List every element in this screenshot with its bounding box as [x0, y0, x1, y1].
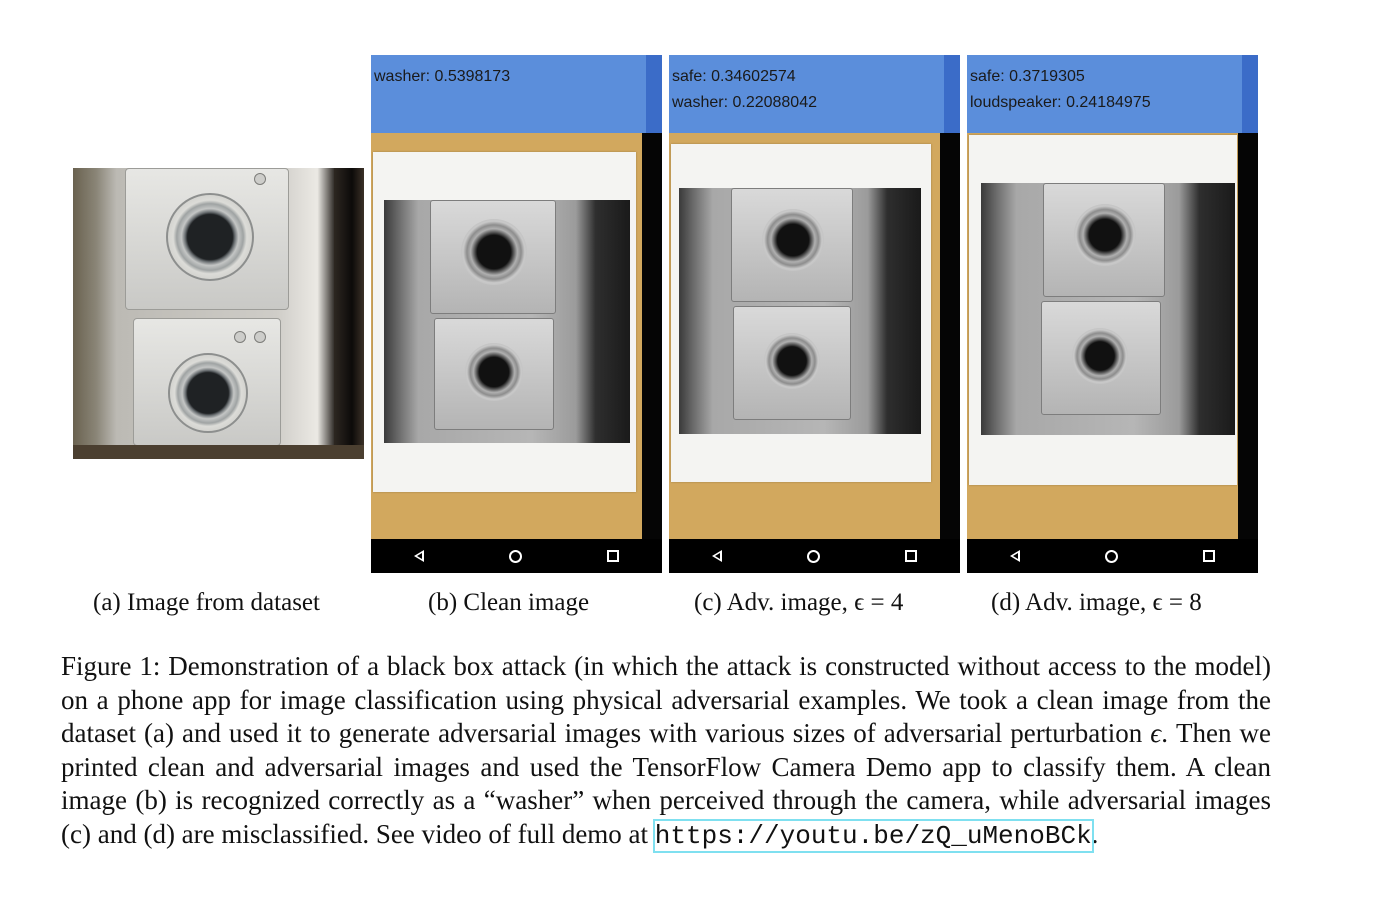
phone-screenshot-adv-eps8: safe: 0.3719305 loudspeaker: 0.24184975	[967, 55, 1258, 573]
figure-caption: Figure 1: Demonstration of a black box a…	[61, 650, 1271, 853]
washer-shape	[133, 318, 281, 446]
classification-label: safe: 0.34602574	[672, 68, 796, 85]
classifier-output: washer: 0.5398173	[374, 64, 510, 90]
recents-icon	[905, 550, 918, 562]
recents-icon	[1203, 550, 1216, 562]
android-navbar	[967, 539, 1258, 573]
classifier-output: safe: 0.3719305 loudspeaker: 0.24184975	[970, 64, 1151, 116]
android-navbar	[669, 539, 960, 573]
home-icon	[508, 549, 522, 563]
printed-paper	[373, 152, 636, 492]
phone-screenshot-clean: washer: 0.5398173	[371, 55, 662, 573]
back-icon	[1009, 550, 1020, 562]
classification-label: safe: 0.3719305	[970, 68, 1085, 85]
phone-screenshot-adv-eps4: safe: 0.34602574 washer: 0.22088042	[669, 55, 960, 573]
android-navbar	[371, 539, 662, 573]
classifier-output: safe: 0.34602574 washer: 0.22088042	[672, 64, 817, 116]
caption-text: Figure 1: Demonstration of a black box a…	[61, 651, 1271, 748]
dataset-image	[73, 168, 364, 459]
classification-label: loudspeaker: 0.24184975	[970, 94, 1151, 111]
subcaption-c: (c) Adv. image, ϵ = 4	[694, 589, 904, 616]
home-icon	[806, 549, 820, 563]
classification-label: washer: 0.22088042	[672, 94, 817, 111]
demo-video-link[interactable]: https://youtu.be/zQ_uMenoBCk	[652, 818, 1094, 853]
printed-paper	[969, 135, 1237, 485]
subcaption-d: (d) Adv. image, ϵ = 8	[991, 589, 1202, 616]
home-icon	[1104, 549, 1118, 563]
dryer-shape	[125, 168, 289, 310]
classification-label: washer: 0.5398173	[374, 68, 511, 85]
subcaption-b: (b) Clean image	[428, 589, 590, 616]
caption-epsilon: ϵ	[1150, 718, 1162, 748]
caption-text: .	[1091, 818, 1099, 849]
printed-paper	[671, 144, 931, 482]
back-icon	[413, 550, 424, 562]
recents-icon	[607, 550, 620, 562]
back-icon	[711, 550, 722, 562]
subcaption-a: (a) Image from dataset	[93, 589, 320, 616]
